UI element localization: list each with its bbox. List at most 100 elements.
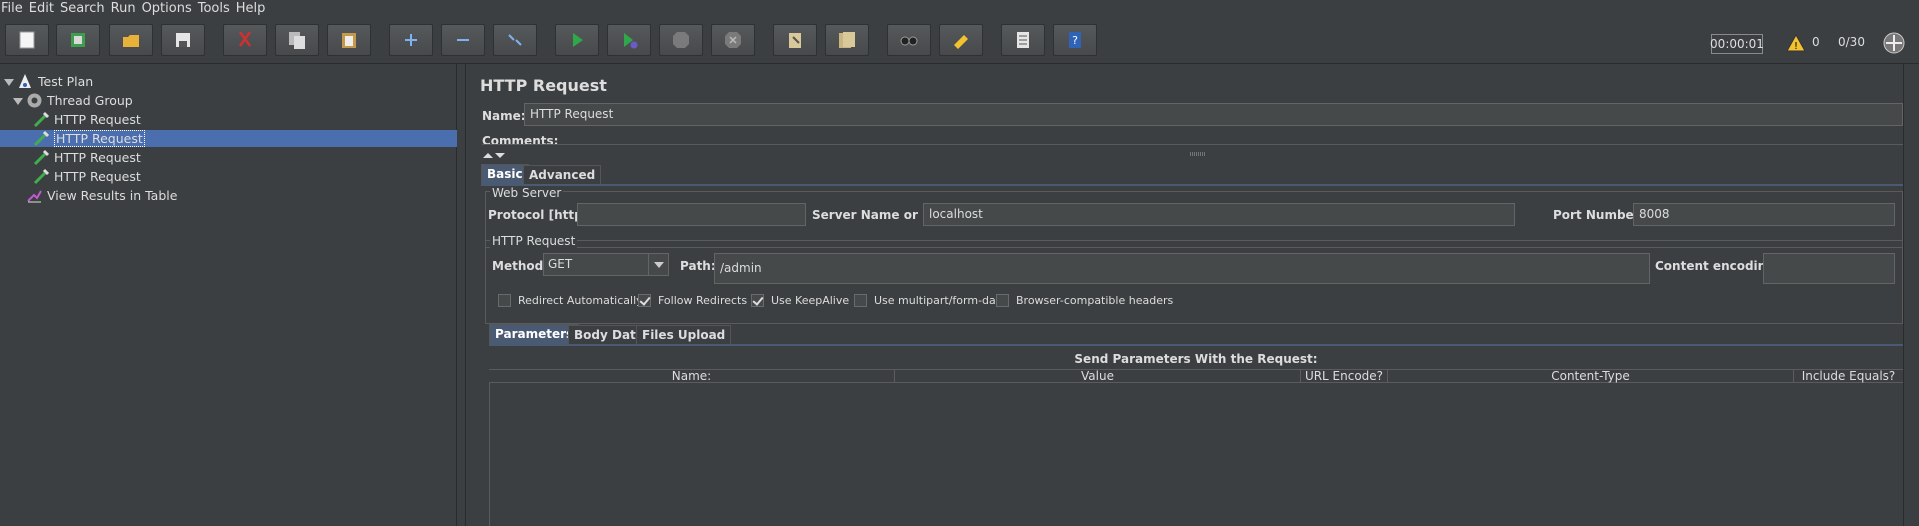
cut-button[interactable]	[223, 24, 267, 56]
paste-icon	[342, 33, 356, 48]
comments-field[interactable]	[482, 131, 1903, 145]
use-keepalive-checkbox[interactable]: Use KeepAlive	[751, 294, 849, 307]
tree-item-thread-group[interactable]: Thread Group	[13, 92, 133, 109]
tree-item-test-plan[interactable]: Test Plan	[4, 73, 93, 90]
vertical-scrollbar[interactable]	[1903, 64, 1919, 526]
column-header-content-type[interactable]: Content-Type	[1388, 370, 1794, 383]
pipette-icon	[33, 130, 50, 147]
pipette-icon	[33, 149, 50, 166]
tab-advanced[interactable]: Advanced	[523, 165, 602, 185]
copy-button[interactable]	[275, 24, 319, 56]
redirect-automatically-checkbox[interactable]: Redirect Automatically	[498, 294, 643, 307]
tree-item-label: HTTP Request	[54, 112, 141, 127]
test-plan-icon	[19, 74, 31, 88]
menu-options[interactable]: Options	[142, 1, 198, 16]
tab-parameters[interactable]: Parameters	[489, 324, 580, 344]
page-title: HTTP Request	[480, 76, 607, 95]
checkbox-box[interactable]	[638, 294, 651, 307]
reset-search-button[interactable]	[939, 24, 983, 56]
menu-run[interactable]: Run	[111, 1, 142, 16]
checkbox-box[interactable]	[996, 294, 1009, 307]
name-label: Name:	[482, 109, 526, 123]
method-value: GET	[548, 257, 573, 271]
menu-file[interactable]: File	[1, 1, 29, 16]
follow-redirects-checkbox[interactable]: Follow Redirects	[638, 294, 747, 307]
tree-item-http-request-selected[interactable]: HTTP Request	[0, 130, 457, 147]
tab-files-upload[interactable]: Files Upload	[636, 325, 732, 345]
browser-compatible-headers-checkbox[interactable]: Browser-compatible headers	[996, 294, 1173, 307]
tree-item-http-request[interactable]: HTTP Request	[33, 149, 141, 166]
protocol-field[interactable]	[577, 203, 806, 226]
chevron-down-icon	[648, 254, 668, 275]
collapse-arrows-icon[interactable]	[481, 150, 511, 160]
search-button[interactable]	[887, 24, 931, 56]
start-button[interactable]	[555, 24, 599, 56]
clear-icon	[789, 33, 801, 48]
collapse-button[interactable]	[441, 24, 485, 56]
expand-arrow-icon[interactable]	[13, 96, 23, 106]
stop-button[interactable]	[659, 24, 703, 56]
port-field[interactable]: 8008	[1633, 203, 1895, 226]
reset-search-icon	[954, 35, 968, 49]
open-button[interactable]	[109, 24, 153, 56]
tree-item-http-request[interactable]: HTTP Request	[33, 168, 141, 185]
expand-icon	[405, 34, 417, 46]
warning-icon[interactable]: !	[1786, 33, 1806, 53]
tab-divider	[481, 184, 1903, 186]
save-button[interactable]	[161, 24, 205, 56]
panel-splitter[interactable]	[457, 64, 466, 526]
svg-text:!: !	[1794, 41, 1798, 52]
templates-button[interactable]	[56, 24, 100, 56]
use-multipart-checkbox[interactable]: Use multipart/form-data	[854, 294, 1007, 307]
save-icon	[176, 33, 190, 47]
server-field[interactable]: localhost	[923, 203, 1515, 226]
expand-button[interactable]	[389, 24, 433, 56]
column-header-include-equals[interactable]: Include Equals?	[1794, 370, 1903, 383]
menu-help[interactable]: Help	[236, 1, 272, 16]
function-helper-button[interactable]	[1001, 24, 1045, 56]
copy-icon	[289, 32, 305, 49]
method-select[interactable]: GET	[543, 253, 669, 276]
params-table-header: Name: Value URL Encode? Content-Type Inc…	[489, 369, 1903, 383]
menu-edit[interactable]: Edit	[29, 1, 60, 16]
http-request-editor: HTTP Request Name: HTTP Request Comments…	[467, 64, 1919, 526]
test-plan-tree: Test Plan Thread Group HTTP Request HTTP…	[0, 64, 457, 526]
start-no-pauses-button[interactable]	[607, 24, 651, 56]
checkbox-box[interactable]	[498, 294, 511, 307]
tab-basic[interactable]: Basic	[481, 164, 529, 184]
column-header-name[interactable]: Name:	[489, 370, 895, 383]
tree-item-label: HTTP Request	[54, 169, 141, 184]
encoding-label: Content encoding:	[1655, 259, 1780, 273]
params-table-body[interactable]	[489, 383, 1903, 526]
path-field[interactable]: /admin	[714, 253, 1650, 284]
params-title: Send Parameters With the Request:	[1074, 352, 1318, 366]
clear-button[interactable]	[773, 24, 817, 56]
menu-tools[interactable]: Tools	[198, 1, 236, 16]
paste-button[interactable]	[327, 24, 371, 56]
chart-icon	[27, 190, 42, 203]
tree-item-label: View Results in Table	[47, 188, 178, 203]
encoding-field[interactable]	[1763, 253, 1895, 284]
toggle-button[interactable]	[493, 24, 537, 56]
column-header-url-encode[interactable]: URL Encode?	[1301, 370, 1388, 383]
name-field[interactable]: HTTP Request	[524, 103, 1903, 126]
shutdown-button[interactable]	[711, 24, 755, 56]
method-label: Method:	[492, 259, 548, 273]
pipette-icon	[33, 111, 50, 128]
open-icon	[123, 35, 139, 47]
expand-arrow-icon[interactable]	[4, 77, 14, 87]
help-button[interactable]: ?	[1053, 24, 1097, 56]
tree-item-http-request[interactable]: HTTP Request	[33, 111, 141, 128]
column-header-value[interactable]: Value	[895, 370, 1301, 383]
function-helper-icon	[1017, 32, 1029, 48]
grip-icon[interactable]	[1190, 152, 1206, 157]
path-label: Path:	[680, 259, 716, 273]
new-button[interactable]	[5, 24, 49, 56]
tree-item-label: Test Plan	[38, 74, 94, 89]
checkbox-box[interactable]	[854, 294, 867, 307]
checkbox-box[interactable]	[751, 294, 764, 307]
menu-search[interactable]: Search	[60, 1, 111, 16]
tree-item-view-results-in-table[interactable]: View Results in Table	[26, 187, 177, 204]
svg-text:?: ?	[1072, 34, 1078, 47]
clear-all-button[interactable]	[825, 24, 869, 56]
